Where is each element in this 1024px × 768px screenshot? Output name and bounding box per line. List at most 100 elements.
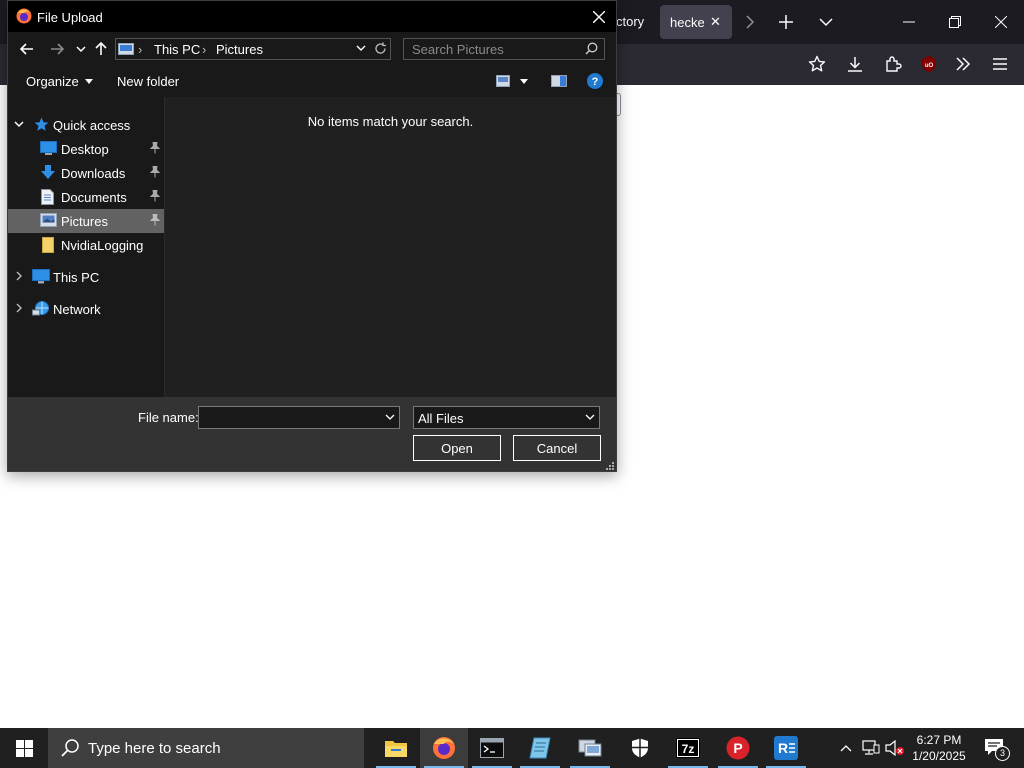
nav-item-nvidialogging[interactable]: NvidiaLogging <box>8 233 164 257</box>
close-window-icon[interactable] <box>988 10 1014 34</box>
list-all-tabs-icon[interactable] <box>814 10 838 34</box>
resize-grip-icon[interactable] <box>606 462 614 470</box>
new-tab-icon[interactable] <box>774 10 798 34</box>
nav-item-label: Desktop <box>61 142 109 157</box>
view-options-chevron-icon[interactable] <box>520 78 528 84</box>
help-button[interactable]: ? <box>587 73 603 89</box>
terminal-icon <box>480 738 504 758</box>
action-center-button[interactable]: 3 <box>978 728 1012 768</box>
folder-icon <box>42 237 54 253</box>
new-folder-button[interactable]: New folder <box>117 74 179 89</box>
empty-results-message: No items match your search. <box>307 114 474 129</box>
file-explorer-icon <box>385 739 407 757</box>
help-icon: ? <box>587 73 603 89</box>
address-box[interactable]: › This PC › Pictures <box>115 38 391 60</box>
chevron-down-icon[interactable] <box>14 120 24 128</box>
nav-this-pc[interactable]: This PC <box>8 265 164 289</box>
restore-icon[interactable] <box>942 10 968 34</box>
clock-time: 6:27 PM <box>916 733 962 747</box>
browser-tab-partial[interactable]: ctory <box>616 14 644 29</box>
pictures-location-icon <box>118 42 134 56</box>
file-name-combobox[interactable] <box>198 406 400 429</box>
preview-pane-button[interactable] <box>551 75 567 87</box>
windows-logo-icon <box>15 739 33 757</box>
taskbar-app-blue[interactable]: R <box>762 728 810 768</box>
search-input[interactable] <box>404 39 588 59</box>
nav-item-documents[interactable]: Documents <box>8 185 164 209</box>
breadcrumb-pictures[interactable]: Pictures <box>216 42 263 57</box>
refresh-icon[interactable] <box>374 42 387 55</box>
more-tools-icon[interactable] <box>951 52 975 76</box>
nav-item-label: NvidiaLogging <box>61 238 144 253</box>
minimize-icon[interactable] <box>896 10 922 34</box>
dialog-close-icon[interactable] <box>588 6 610 28</box>
change-view-button[interactable] <box>496 75 528 87</box>
start-button[interactable] <box>0 728 48 768</box>
ublock-origin-icon[interactable]: uO <box>917 52 941 76</box>
breadcrumb-this-pc[interactable]: This PC <box>154 42 200 57</box>
system-clock[interactable]: 6:27 PM 1/20/2025 <box>904 732 974 764</box>
nav-network[interactable]: Network <box>8 297 164 321</box>
chevron-right-icon[interactable] <box>16 271 22 281</box>
search-box[interactable] <box>403 38 605 60</box>
file-list-pane[interactable]: No items match your search. <box>165 97 616 397</box>
search-icon <box>60 738 80 758</box>
pin-icon <box>150 166 160 178</box>
downloads-icon[interactable] <box>843 52 867 76</box>
pin-icon <box>150 142 160 154</box>
show-hidden-icons-chevron-icon[interactable] <box>836 728 856 768</box>
up-arrow-icon[interactable] <box>92 40 110 58</box>
taskbar-terminal[interactable] <box>468 728 516 768</box>
file-name-input[interactable] <box>199 407 383 428</box>
network-tray-icon[interactable] <box>860 728 882 768</box>
dialog-title-bar[interactable]: File Upload <box>8 1 616 32</box>
nav-item-desktop[interactable]: Desktop <box>8 137 164 161</box>
organize-button[interactable]: Organize <box>26 74 93 89</box>
preview-pane-icon <box>551 75 567 87</box>
star-icon <box>34 117 49 132</box>
taskbar-firefox[interactable] <box>420 728 468 768</box>
taskbar-windows-security[interactable] <box>616 728 664 768</box>
open-button[interactable]: Open <box>413 435 501 461</box>
volume-muted-icon[interactable] <box>884 728 906 768</box>
taskbar-app-notepad[interactable] <box>516 728 564 768</box>
navigation-pane: Quick access Desktop Downloads Documents… <box>8 97 164 397</box>
svg-text:R: R <box>778 740 788 756</box>
address-dropdown-icon[interactable] <box>356 44 366 52</box>
dialog-toolbar: Organize New folder ? <box>8 66 616 97</box>
cancel-button-label: Cancel <box>536 440 578 456</box>
svg-text:P: P <box>733 740 742 756</box>
downloads-icon <box>40 165 56 180</box>
tab-close-icon[interactable]: ✕ <box>710 14 721 30</box>
recent-locations-icon[interactable] <box>72 40 90 58</box>
app-blue-icon: R <box>774 736 798 760</box>
svg-text:7z: 7z <box>682 742 695 756</box>
clock-date: 1/20/2025 <box>912 749 966 763</box>
browser-tab-title: hecker <box>670 15 704 30</box>
search-icon[interactable] <box>585 42 598 55</box>
chevron-down-icon <box>84 79 93 84</box>
taskbar-7zip[interactable]: 7z <box>664 728 712 768</box>
file-type-select[interactable]: All Files <box>413 406 600 429</box>
back-arrow-icon[interactable] <box>18 40 36 58</box>
taskbar-file-explorer[interactable] <box>372 728 420 768</box>
taskbar-app-remote-desktop[interactable] <box>566 728 614 768</box>
nav-item-pictures[interactable]: Pictures <box>8 209 164 233</box>
tab-scroll-right-icon[interactable] <box>740 12 760 32</box>
nav-item-downloads[interactable]: Downloads <box>8 161 164 185</box>
address-bar-row: › This PC › Pictures <box>8 32 616 66</box>
chevron-right-icon[interactable] <box>16 303 22 313</box>
nav-quick-access[interactable]: Quick access <box>8 113 164 137</box>
menu-icon[interactable] <box>988 52 1012 76</box>
documents-icon <box>41 189 54 205</box>
chevron-down-icon[interactable] <box>385 414 395 421</box>
forward-arrow-icon[interactable] <box>48 40 66 58</box>
browser-tab-active[interactable]: hecker ✕ <box>660 5 732 39</box>
taskbar-search-box[interactable]: Type here to search <box>48 728 364 768</box>
desktop-icon <box>40 141 57 155</box>
file-upload-dialog: File Upload › This PC › Pictures Search … <box>7 0 617 472</box>
bookmark-star-icon[interactable] <box>805 52 829 76</box>
extensions-icon[interactable] <box>881 52 905 76</box>
taskbar-app-red[interactable]: P <box>714 728 762 768</box>
cancel-button[interactable]: Cancel <box>513 435 601 461</box>
